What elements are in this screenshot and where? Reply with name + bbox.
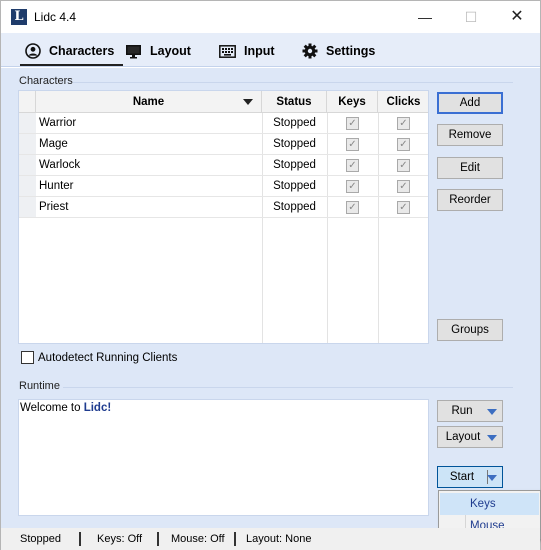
autodetect-checkbox[interactable]: Autodetect Running Clients: [21, 351, 177, 364]
keys-checkbox[interactable]: ✓: [346, 201, 359, 214]
row-selector[interactable]: [19, 113, 36, 133]
status-divider: [157, 532, 159, 546]
chevron-down-icon[interactable]: [487, 409, 497, 415]
tab-input[interactable]: Input: [219, 38, 275, 64]
layout-button-label: Layout: [445, 431, 481, 443]
character-status: Stopped: [273, 159, 316, 171]
characters-table[interactable]: Name Status Keys Clicks Warrior Stopped …: [18, 90, 429, 344]
run-button-label: Run: [451, 405, 473, 417]
character-status: Stopped: [273, 117, 316, 129]
runtime-log[interactable]: Welcome to Lidc!: [18, 399, 429, 516]
table-header: Name Status Keys Clicks: [19, 91, 428, 113]
character-name: Priest: [39, 201, 69, 213]
start-split-button[interactable]: Start: [437, 466, 503, 488]
character-status: Stopped: [273, 180, 316, 192]
column-header-status[interactable]: Status: [262, 91, 327, 113]
chevron-down-icon[interactable]: [487, 435, 497, 441]
groups-button[interactable]: Groups: [437, 319, 503, 341]
table-row[interactable]: Mage Stopped ✓ ✓: [19, 134, 428, 155]
tab-settings[interactable]: Settings: [302, 38, 375, 64]
row-selector-header: [19, 91, 36, 113]
close-button[interactable]: ✕: [494, 1, 540, 33]
tab-input-label: Input: [244, 44, 275, 58]
autodetect-label: Autodetect Running Clients: [38, 351, 178, 364]
minimize-button[interactable]: —: [402, 1, 448, 33]
keys-checkbox[interactable]: ✓: [346, 117, 359, 130]
tab-characters-label: Characters: [49, 44, 115, 58]
user-circle-icon: [25, 43, 41, 59]
row-selector[interactable]: [19, 134, 36, 154]
column-header-name[interactable]: Name: [36, 91, 262, 113]
table-row[interactable]: Warrior Stopped ✓ ✓: [19, 113, 428, 134]
window-title: Lidc 4.4: [34, 10, 77, 24]
tab-characters[interactable]: Characters: [19, 38, 124, 66]
table-row[interactable]: Hunter Stopped ✓ ✓: [19, 176, 428, 197]
keys-checkbox[interactable]: ✓: [346, 180, 359, 193]
keys-checkbox[interactable]: ✓: [346, 159, 359, 172]
character-name: Warlock: [39, 159, 81, 171]
menu-item-keys[interactable]: Keys: [440, 493, 539, 515]
tab-layout[interactable]: Layout: [125, 38, 191, 64]
run-button[interactable]: Run: [437, 400, 503, 422]
clicks-checkbox[interactable]: ✓: [397, 138, 410, 151]
characters-group-divider: [73, 82, 513, 83]
tab-bar: Characters Layout Input Settings: [1, 33, 540, 67]
row-selector[interactable]: [19, 155, 36, 175]
character-name: Warrior: [39, 117, 77, 129]
column-header-keys[interactable]: Keys: [327, 91, 378, 113]
reorder-button[interactable]: Reorder: [437, 189, 503, 211]
character-status: Stopped: [273, 138, 316, 150]
clicks-checkbox[interactable]: ✓: [397, 201, 410, 214]
status-layout: Layout: None: [246, 533, 312, 545]
edit-button[interactable]: Edit: [437, 157, 503, 179]
clicks-checkbox[interactable]: ✓: [397, 159, 410, 172]
characters-page: Characters Name Status Keys Clicks Warri…: [1, 68, 540, 528]
status-divider: [234, 532, 236, 546]
characters-group-label: Characters: [19, 75, 73, 87]
row-selector[interactable]: [19, 197, 36, 217]
maximize-button[interactable]: ☐: [448, 1, 494, 33]
character-name: Mage: [39, 138, 68, 150]
tab-settings-label: Settings: [326, 44, 376, 58]
main-window: L Lidc 4.4 — ☐ ✕ Characters Layout Input: [0, 0, 541, 550]
tab-layout-label: Layout: [150, 44, 191, 58]
start-button-label[interactable]: Start: [438, 467, 486, 487]
status-state: Stopped: [20, 533, 61, 545]
character-name: Hunter: [39, 180, 74, 192]
column-header-clicks[interactable]: Clicks: [378, 91, 428, 113]
monitor-icon: [125, 44, 142, 59]
table-row[interactable]: Priest Stopped ✓ ✓: [19, 197, 428, 218]
status-mouse: Mouse: Off: [171, 533, 225, 545]
status-divider: [79, 532, 81, 546]
character-status: Stopped: [273, 201, 316, 213]
add-button[interactable]: Add: [437, 92, 503, 114]
status-bar: Stopped Keys: Off Mouse: Off Layout: Non…: [1, 528, 540, 550]
runtime-log-app: Lidc!: [83, 402, 112, 414]
runtime-group-divider: [63, 387, 513, 388]
autodetect-checkbox-box[interactable]: [21, 351, 34, 364]
runtime-log-text: Welcome to: [20, 402, 84, 414]
row-selector[interactable]: [19, 176, 36, 196]
gear-icon: [302, 43, 318, 59]
sort-dropdown-icon[interactable]: [243, 99, 253, 105]
chevron-down-icon[interactable]: [487, 475, 497, 481]
keys-checkbox[interactable]: ✓: [346, 138, 359, 151]
app-logo-icon: L: [11, 9, 27, 25]
runtime-group-label: Runtime: [19, 380, 60, 392]
status-keys: Keys: Off: [97, 533, 143, 545]
remove-button[interactable]: Remove: [437, 124, 503, 146]
keyboard-icon: [219, 44, 236, 58]
layout-button[interactable]: Layout: [437, 426, 503, 448]
clicks-checkbox[interactable]: ✓: [397, 180, 410, 193]
clicks-checkbox[interactable]: ✓: [397, 117, 410, 130]
table-row[interactable]: Warlock Stopped ✓ ✓: [19, 155, 428, 176]
title-bar: L Lidc 4.4 — ☐ ✕: [1, 1, 540, 33]
